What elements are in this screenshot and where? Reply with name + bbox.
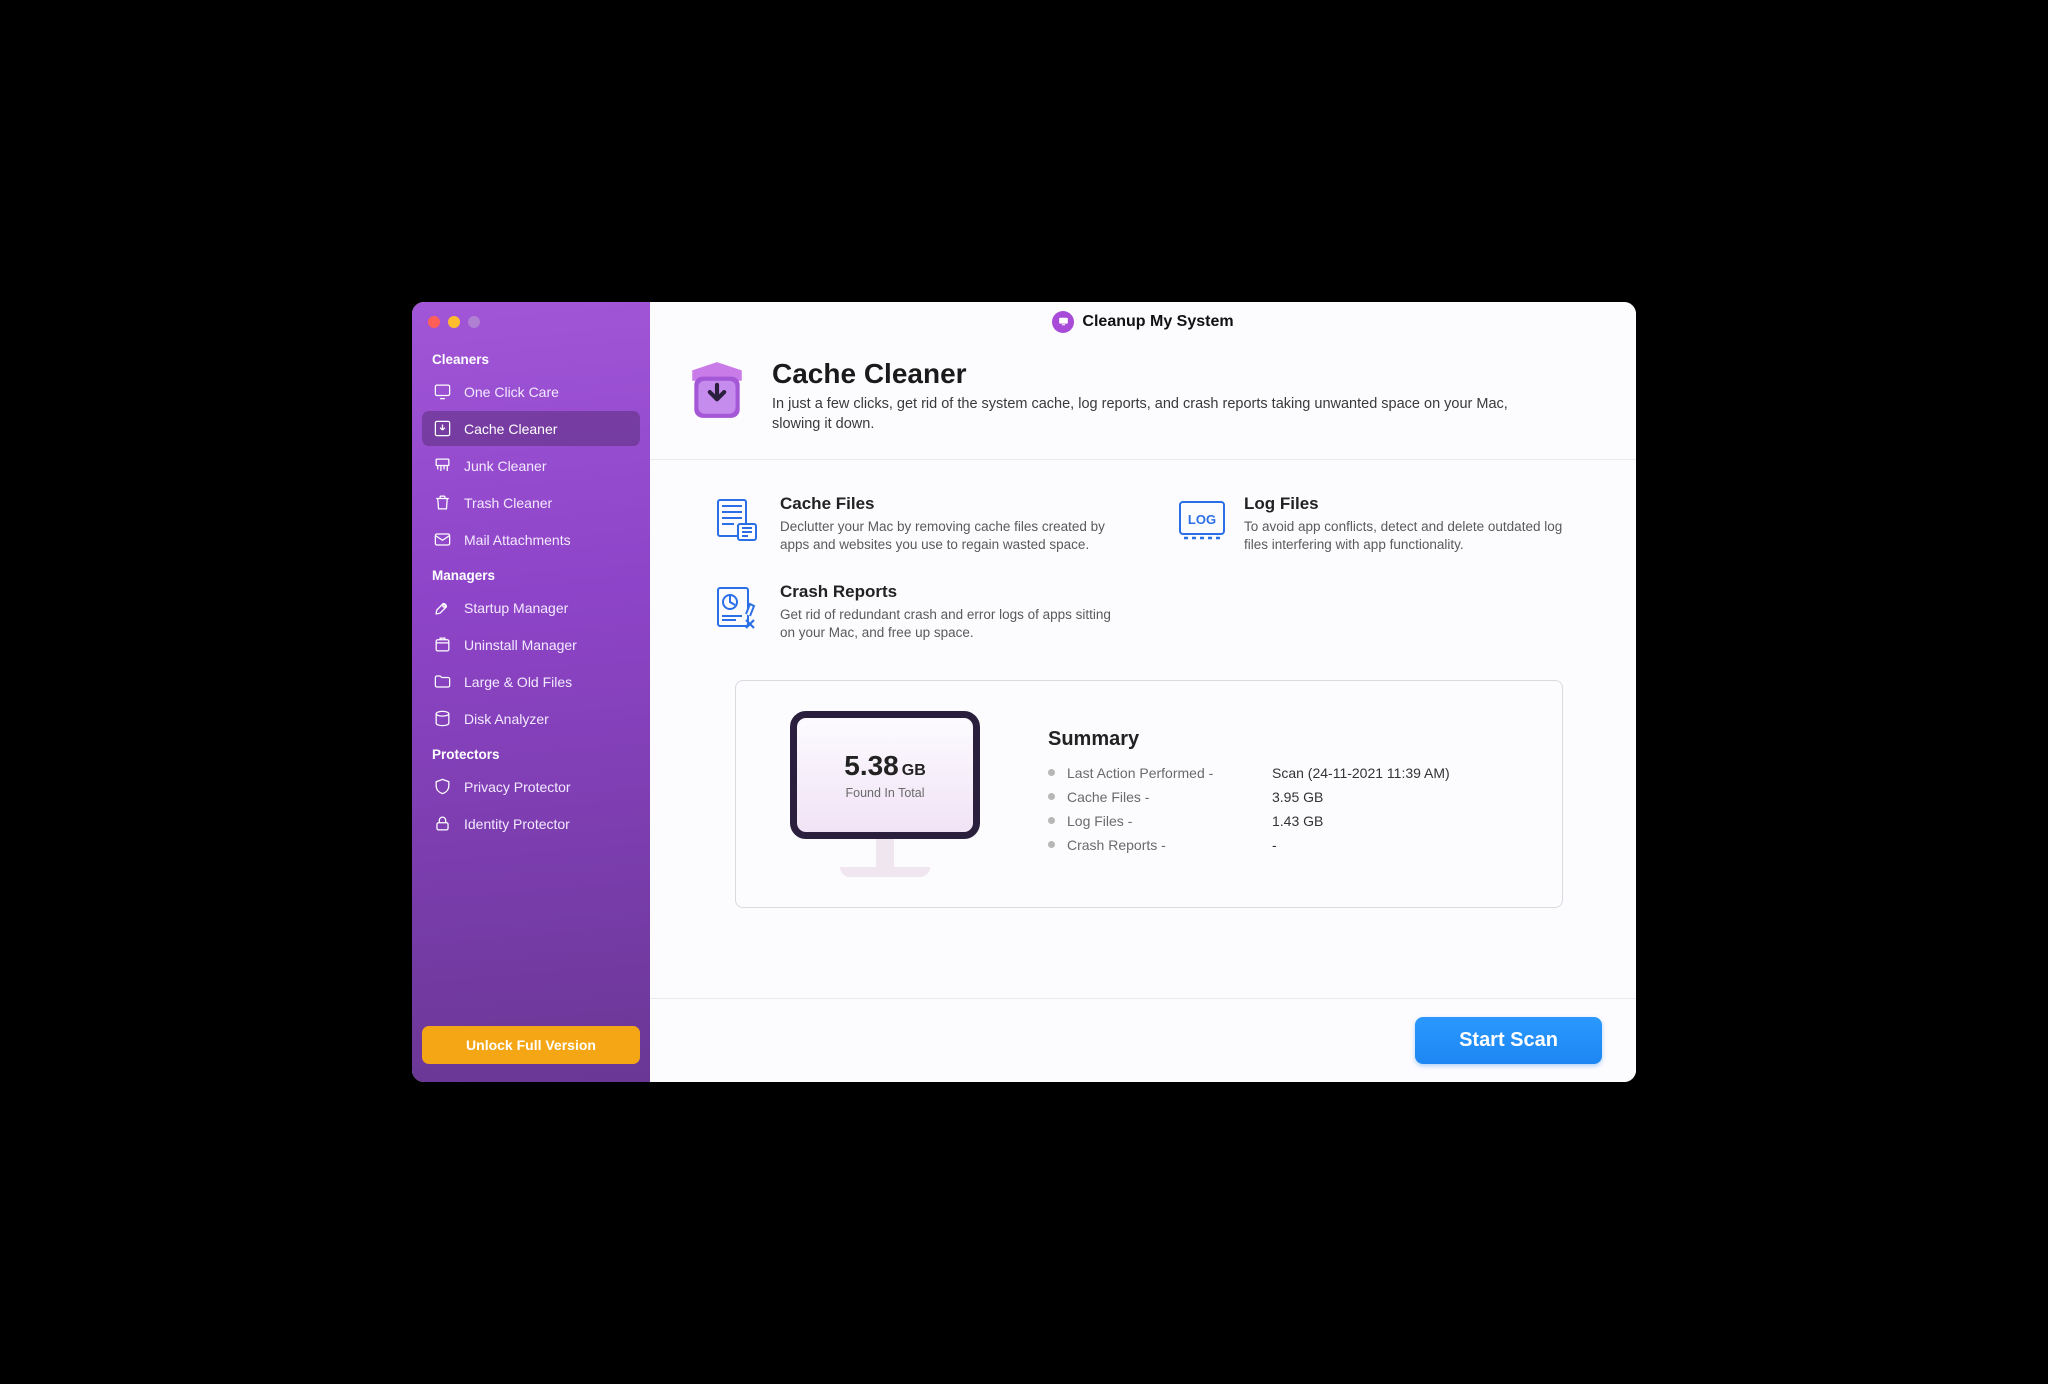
sidebar-item-label: Identity Protector <box>464 816 570 832</box>
start-scan-button[interactable]: Start Scan <box>1415 1017 1602 1064</box>
trash-icon <box>432 493 452 512</box>
summary-row-label: Last Action Performed - <box>1067 765 1272 781</box>
monitor-illustration-icon: 5.38GB Found In Total <box>782 711 988 877</box>
feature-log-files: LOG Log Files To avoid app conflicts, de… <box>1174 494 1588 554</box>
minimize-icon[interactable] <box>448 316 460 328</box>
app-window: Cleaners One Click Care Cache Cleaner Ju… <box>412 302 1636 1082</box>
feature-desc: Declutter your Mac by removing cache fil… <box>780 518 1124 554</box>
summary-row-label: Crash Reports - <box>1067 837 1272 853</box>
page-description: In just a few clicks, get rid of the sys… <box>772 394 1532 435</box>
title-bar: Cleanup My System <box>650 302 1636 342</box>
sidebar-item-uninstall-manager[interactable]: Uninstall Manager <box>422 627 640 662</box>
sidebar-item-startup-manager[interactable]: Startup Manager <box>422 590 640 625</box>
shredder-icon <box>432 456 452 475</box>
cache-cleaner-hero-icon <box>684 358 750 424</box>
bullet-icon <box>1048 769 1055 776</box>
summary-total-caption: Found In Total <box>846 786 925 800</box>
page-hero: Cache Cleaner In just a few clicks, get … <box>650 342 1636 460</box>
feature-desc: To avoid app conflicts, detect and delet… <box>1244 518 1588 554</box>
bullet-icon <box>1048 817 1055 824</box>
sidebar-item-label: One Click Care <box>464 384 559 400</box>
shield-icon <box>432 777 452 796</box>
monitor-icon <box>432 382 452 401</box>
sidebar-item-label: Cache Cleaner <box>464 421 557 437</box>
app-logo-icon <box>1052 311 1074 333</box>
sidebar-item-label: Privacy Protector <box>464 779 571 795</box>
app-title: Cleanup My System <box>1082 313 1233 331</box>
page-title: Cache Cleaner <box>772 358 1532 390</box>
folder-icon <box>432 672 452 691</box>
download-box-icon <box>432 419 452 438</box>
sidebar-item-label: Junk Cleaner <box>464 458 547 474</box>
sidebar-item-junk-cleaner[interactable]: Junk Cleaner <box>422 448 640 483</box>
bullet-icon <box>1048 793 1055 800</box>
content: Cleanup My System Cache Cleaner In just … <box>650 302 1636 1082</box>
sidebar-section-cleaners: Cleaners <box>422 342 640 373</box>
sidebar-item-label: Startup Manager <box>464 600 568 616</box>
sidebar-item-label: Trash Cleaner <box>464 495 552 511</box>
summary-row-value: 3.95 GB <box>1272 789 1323 805</box>
summary-title: Summary <box>1048 728 1450 751</box>
sidebar-item-mail-attachments[interactable]: Mail Attachments <box>422 522 640 557</box>
mail-icon <box>432 530 452 549</box>
summary-row-value: Scan (24-11-2021 11:39 AM) <box>1272 765 1450 781</box>
summary-total-value: 5.38 <box>844 750 899 781</box>
sidebar-item-label: Mail Attachments <box>464 532 571 548</box>
sidebar-item-large-old-files[interactable]: Large & Old Files <box>422 664 640 699</box>
summary-row-last-action: Last Action Performed - Scan (24-11-2021… <box>1048 765 1450 781</box>
features-grid: Cache Files Declutter your Mac by removi… <box>710 494 1588 643</box>
crash-reports-icon <box>710 582 762 634</box>
sidebar-item-identity-protector[interactable]: Identity Protector <box>422 806 640 841</box>
summary-row-cache-files: Cache Files - 3.95 GB <box>1048 789 1450 805</box>
sidebar: Cleaners One Click Care Cache Cleaner Ju… <box>412 302 650 1082</box>
feature-title: Crash Reports <box>780 582 1124 602</box>
svg-text:LOG: LOG <box>1188 512 1216 527</box>
summary-row-value: 1.43 GB <box>1272 813 1323 829</box>
sidebar-item-cache-cleaner[interactable]: Cache Cleaner <box>422 411 640 446</box>
feature-cache-files: Cache Files Declutter your Mac by removi… <box>710 494 1124 554</box>
unlock-full-version-button[interactable]: Unlock Full Version <box>422 1026 640 1064</box>
feature-crash-reports: Crash Reports Get rid of redundant crash… <box>710 582 1124 642</box>
feature-title: Log Files <box>1244 494 1588 514</box>
sidebar-item-label: Disk Analyzer <box>464 711 549 727</box>
disk-icon <box>432 709 452 728</box>
sidebar-item-label: Uninstall Manager <box>464 637 577 653</box>
sidebar-section-protectors: Protectors <box>422 737 640 768</box>
summary-row-label: Cache Files - <box>1067 789 1272 805</box>
summary-card: 5.38GB Found In Total Summary Last Actio… <box>735 680 1563 908</box>
lock-icon <box>432 814 452 833</box>
feature-desc: Get rid of redundant crash and error log… <box>780 606 1124 642</box>
sidebar-item-one-click-care[interactable]: One Click Care <box>422 374 640 409</box>
zoom-icon[interactable] <box>468 316 480 328</box>
sidebar-item-label: Large & Old Files <box>464 674 572 690</box>
summary-row-log-files: Log Files - 1.43 GB <box>1048 813 1450 829</box>
summary-total-unit: GB <box>902 762 926 779</box>
window-controls <box>422 316 640 342</box>
bullet-icon <box>1048 841 1055 848</box>
summary-row-label: Log Files - <box>1067 813 1272 829</box>
summary-row-value: - <box>1272 837 1277 853</box>
log-files-icon: LOG <box>1174 494 1226 546</box>
sidebar-item-disk-analyzer[interactable]: Disk Analyzer <box>422 701 640 736</box>
rocket-icon <box>432 598 452 617</box>
sidebar-section-managers: Managers <box>422 558 640 589</box>
package-icon <box>432 635 452 654</box>
sidebar-item-trash-cleaner[interactable]: Trash Cleaner <box>422 485 640 520</box>
footer: Start Scan <box>650 998 1636 1082</box>
sidebar-item-privacy-protector[interactable]: Privacy Protector <box>422 769 640 804</box>
close-icon[interactable] <box>428 316 440 328</box>
summary-row-crash-reports: Crash Reports - - <box>1048 837 1450 853</box>
cache-files-icon <box>710 494 762 546</box>
feature-title: Cache Files <box>780 494 1124 514</box>
